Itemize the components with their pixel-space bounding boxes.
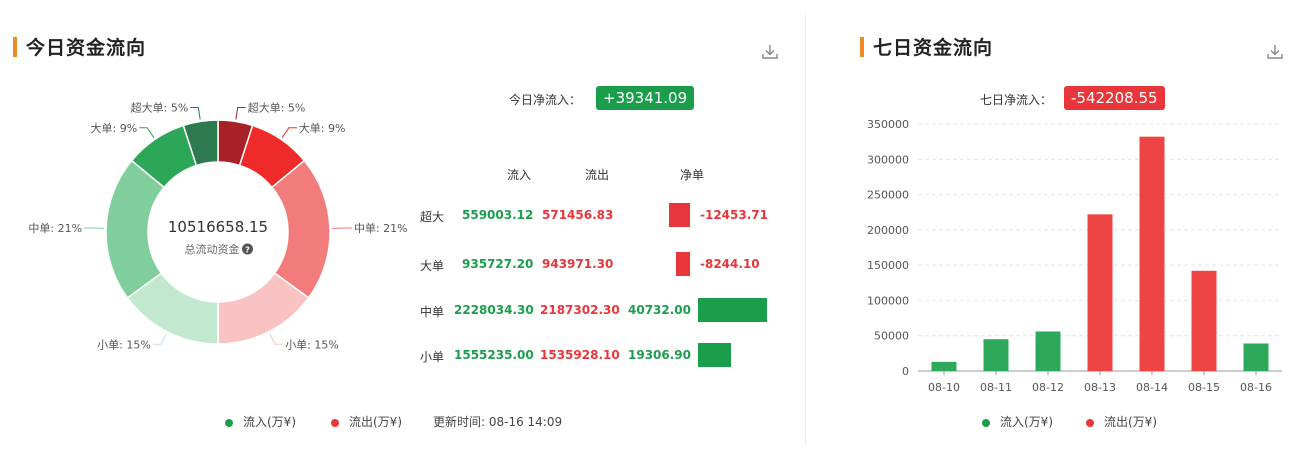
y-tick-label: 50000 [874,330,909,343]
outflow-value: 943971.30 [542,257,614,271]
inflow-value: 935727.20 [462,257,534,271]
bar-08-12[interactable] [1035,331,1061,371]
slice-leader-line [152,333,167,345]
today-net-label: 今日净流入： [509,93,582,107]
y-tick-label: 250000 [867,189,909,202]
bar-08-10[interactable] [931,361,957,371]
x-tick-label: 08-15 [1188,381,1220,394]
x-tick-label: 08-10 [928,381,960,394]
download-icon[interactable] [760,42,780,62]
x-tick-label: 08-14 [1136,381,1168,394]
slice-leader-line [235,107,246,120]
slice-label: 小单: 15% [97,338,151,351]
header-net: 净单 [680,168,705,182]
x-tick-label: 08-12 [1032,381,1064,394]
slice-label: 中单: 21% [28,222,82,235]
bar-08-14[interactable] [1139,136,1165,371]
legend-outflow[interactable]: 流出(万¥) [1086,413,1157,430]
y-tick-label: 150000 [867,259,909,272]
inflow-value: 559003.12 [462,208,534,222]
x-tick-label: 08-11 [980,381,1012,394]
slice-label: 大单: 9% [299,121,346,135]
net-value: 19306.90 [628,348,692,362]
net-value: -12453.71 [700,208,768,222]
inflow-value: 1555235.00 [454,348,534,362]
bar-08-11[interactable] [983,339,1009,371]
row-label: 大单 [420,259,445,273]
outflow-value: 2187302.30 [540,303,620,317]
header-outflow: 流出 [585,168,610,182]
inflow-dot-icon [225,418,233,427]
slice-leader-line [281,127,297,138]
bar-08-15[interactable] [1191,270,1217,371]
slice-label: 中单: 21% [354,222,408,235]
outflow-value: 1535928.10 [540,348,620,362]
x-tick-label: 08-13 [1084,381,1116,394]
net-value: -8244.10 [700,257,760,271]
net-bar [676,252,690,276]
inflow-dot-icon [982,418,990,427]
donut-center-label: 总流动资金 [185,242,240,256]
donut-slice-inflow[interactable] [105,159,166,299]
slice-leader-line [139,127,155,138]
row-label: 超大 [420,210,445,224]
slice-label: 超大单: 5% [248,101,306,115]
outflow-dot-icon [1086,418,1094,427]
slice-label: 超大单: 5% [131,101,189,115]
row-label: 小单 [420,350,445,364]
legend-outflow-label: 流出(万¥) [349,415,402,429]
net-value: 40732.00 [628,303,692,317]
x-tick-label: 08-16 [1240,381,1272,394]
legend-outflow-label: 流出(万¥) [1104,415,1157,429]
legend-inflow[interactable]: 流入(万¥) [225,413,296,430]
outflow-value: 571456.83 [542,208,614,222]
donut-chart: 超大单: 5% 大单: 9% 中单: 21% 小单: 15% 小单: 15% 中单: 21… [28,101,408,352]
header-inflow: 流入 [507,168,532,182]
legend-inflow-label: 流入(万¥) [243,415,296,429]
legend-outflow[interactable]: 流出(万¥) [331,413,402,430]
slice-leader-line [269,333,284,345]
slice-label: 小单: 15% [285,338,339,351]
title-accent-bar [13,37,17,57]
legend-inflow[interactable]: 流入(万¥) [982,413,1053,430]
donut-center-value: 10516658.15 [168,218,268,236]
y-tick-label: 100000 [867,294,909,307]
seven-day-bar-chart: 0 50000 100000 150000 200000 250000 300000 3500… [867,118,1282,394]
today-flow-panel: 今日资金流向 超大单: 5% 大单: 9% 中单: 21% 小单: 15% 小单: 15… [0,0,805,474]
y-tick-label: 300000 [867,153,909,166]
svg-text:?: ? [245,246,250,255]
today-title: 今日资金流向 [26,37,147,59]
net-bar [698,343,731,367]
today-net-badge: +39341.09 [596,86,695,110]
panel-divider [805,14,806,446]
y-tick-label: 200000 [867,224,909,237]
net-bar [668,203,690,227]
seven-day-panel: 七日资金流向 七日净流入： -542208.55 0 50000 100000 150… [834,0,1299,474]
y-tick-label: 0 [902,365,909,378]
slice-leader-line [190,107,201,120]
inflow-value: 2228034.30 [454,303,534,317]
help-icon[interactable]: ? [242,243,253,255]
net-bar [698,298,767,322]
bar-08-16[interactable] [1243,343,1269,371]
row-label: 中单 [420,305,445,319]
legend-inflow-label: 流入(万¥) [1000,415,1053,429]
update-time: 更新时间: 08-16 14:09 [433,415,563,429]
bar-08-13[interactable] [1087,214,1113,371]
outflow-dot-icon [331,418,339,427]
y-tick-label: 350000 [867,118,909,131]
slice-label: 大单: 9% [91,121,138,135]
